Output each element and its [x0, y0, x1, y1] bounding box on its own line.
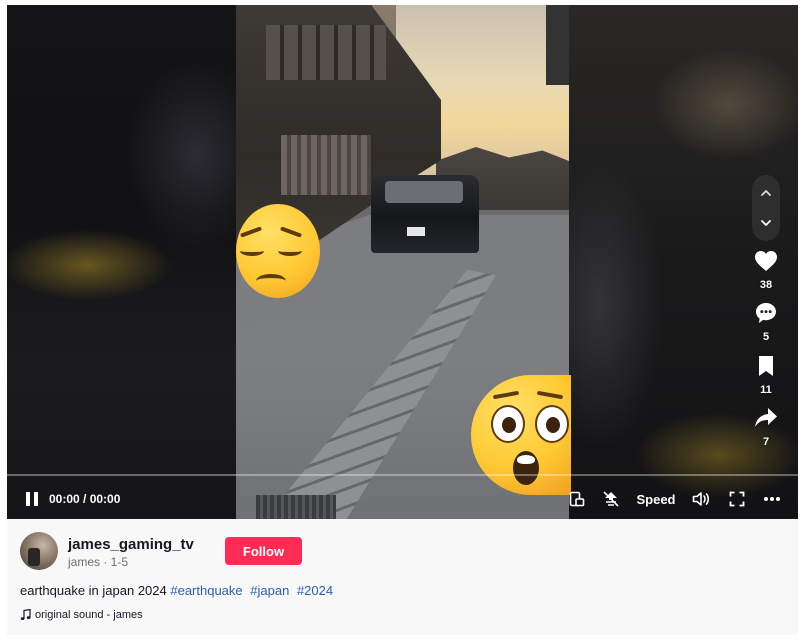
video-caption: earthquake in japan 2024 #earthquake #ja… [20, 583, 333, 598]
progress-bar[interactable] [7, 474, 798, 476]
volume-icon [692, 492, 710, 506]
hashtag-japan[interactable]: #japan [250, 583, 289, 598]
hashtag-earthquake[interactable]: #earthquake [170, 583, 242, 598]
shocked-emoji-mouth [513, 451, 539, 485]
shocked-emoji-brow-right [536, 390, 564, 400]
time-display: 00:00 / 00:00 [49, 492, 121, 506]
video-navigation [752, 175, 780, 241]
share-arrow-icon [755, 408, 777, 427]
more-options-button[interactable] [759, 484, 785, 514]
fullscreen-icon [729, 491, 745, 507]
sad-emoji [236, 204, 320, 298]
previous-video-button[interactable] [752, 179, 780, 207]
save-count: 11 [760, 384, 772, 396]
chevron-up-icon [761, 190, 771, 196]
blurred-background-left [7, 5, 236, 519]
video-info-panel: james_gaming_tv james · 1-5 Follow earth… [7, 519, 798, 635]
sound-label: original sound - james [35, 609, 143, 621]
next-video-button[interactable] [752, 209, 780, 237]
video-car [371, 175, 479, 253]
music-note-icon [20, 609, 31, 620]
author-subline: james · 1-5 [68, 555, 129, 569]
fullscreen-button[interactable] [725, 484, 749, 514]
bookmark-icon [759, 356, 773, 376]
pause-icon [26, 492, 38, 506]
share-button[interactable]: 7 [742, 407, 790, 448]
sad-emoji-brow-right [279, 226, 303, 238]
picture-in-picture-icon [569, 491, 585, 507]
comment-count: 5 [762, 331, 770, 343]
speed-button[interactable]: Speed [633, 484, 679, 514]
auto-scroll-icon [603, 491, 619, 507]
comment-button[interactable]: 5 [742, 302, 790, 343]
hashtag-2024[interactable]: #2024 [297, 583, 333, 598]
sad-emoji-eye-left [240, 246, 264, 256]
pause-button[interactable] [21, 484, 43, 514]
video-player[interactable] [7, 5, 798, 519]
avatar[interactable] [20, 532, 58, 570]
sound-link[interactable]: original sound - james [20, 609, 143, 621]
player-controls: 00:00 / 00:00 Speed [7, 484, 798, 514]
caption-text: earthquake in japan 2024 [20, 583, 171, 598]
more-dots-icon [764, 497, 780, 501]
chevron-down-icon [761, 220, 771, 226]
picture-in-picture-button[interactable] [565, 484, 589, 514]
save-button[interactable]: 11 [742, 355, 790, 396]
volume-button[interactable] [689, 484, 713, 514]
shocked-emoji-brow-left [492, 390, 520, 400]
share-count: 7 [762, 436, 770, 448]
like-count: 38 [759, 279, 773, 291]
like-button[interactable]: 38 [742, 250, 790, 291]
sad-emoji-brow-left [239, 226, 263, 238]
follow-button[interactable]: Follow [225, 537, 302, 565]
author-username[interactable]: james_gaming_tv [68, 536, 194, 553]
shocked-emoji-eye-left [491, 405, 525, 443]
sad-emoji-mouth [256, 274, 286, 288]
shocked-emoji-eye-right [535, 405, 569, 443]
sad-emoji-eye-right [278, 246, 302, 256]
video-building-right [546, 5, 569, 85]
auto-scroll-button[interactable] [599, 484, 623, 514]
comment-icon [756, 303, 776, 323]
heart-icon [755, 251, 777, 271]
